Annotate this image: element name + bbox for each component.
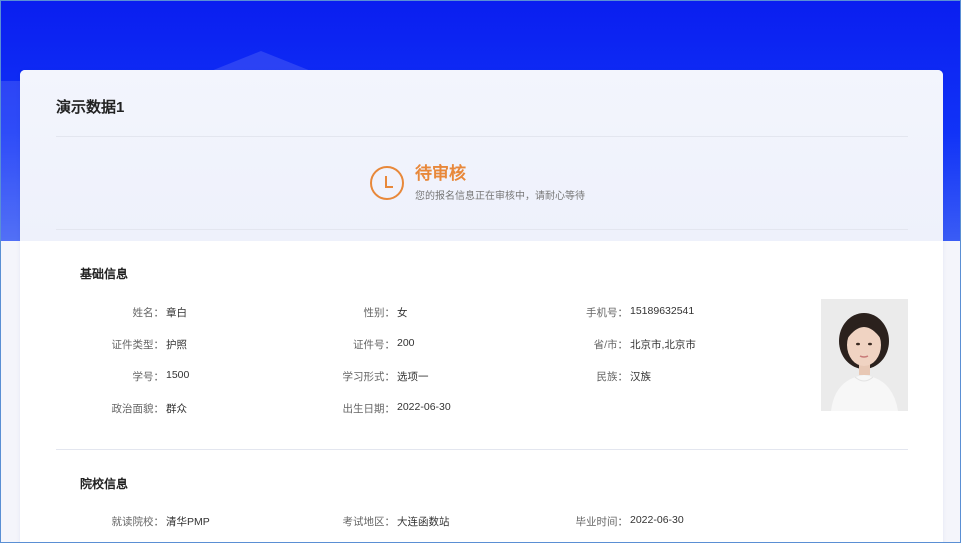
field-id-number: 证件号： 200 [353, 337, 415, 351]
field-birth-date: 出生日期： 2022-06-30 [342, 401, 451, 415]
field-gender: 性别： 女 [363, 307, 408, 319]
divider [56, 136, 908, 137]
status-block: 待审核 您的报名信息正在审核中，请耐心等待 [370, 164, 585, 202]
field-school: 就读院校： 清华PMP [111, 516, 210, 528]
field-phone: 手机号： 15189632541 [586, 305, 695, 319]
field-study-mode: 学习形式： 选项一 [342, 371, 429, 383]
card-title: 演示数据1 [56, 99, 125, 116]
status-title: 待审核 [415, 164, 466, 183]
section-title-school-info: 院校信息 [80, 477, 129, 491]
divider [56, 229, 908, 230]
section-title-basic-info: 基础信息 [80, 267, 129, 281]
application-card: 演示数据1 待审核 您的报名信息正在审核中，请耐心等待 基础信息 姓名： 章白 … [20, 70, 943, 542]
field-province-city: 省/市： 北京市,北京市 [593, 339, 696, 351]
divider [56, 449, 908, 450]
field-ethnicity: 民族： 汉族 [596, 371, 652, 383]
clock-icon [370, 166, 404, 200]
card-header: 演示数据1 待审核 您的报名信息正在审核中，请耐心等待 [20, 70, 943, 241]
status-description: 您的报名信息正在审核中，请耐心等待 [415, 191, 585, 202]
person-portrait-icon [821, 299, 908, 411]
field-exam-region: 考试地区： 大连函数站 [342, 516, 450, 528]
field-graduation-date: 毕业时间： 2022-06-30 [575, 514, 684, 528]
field-student-id: 学号： 1500 [132, 369, 190, 383]
field-political-status: 政治面貌： 群众 [111, 403, 188, 415]
field-name: 姓名： 章白 [132, 307, 188, 319]
field-id-type: 证件类型： 护照 [111, 339, 188, 351]
page-frame: 演示数据1 待审核 您的报名信息正在审核中，请耐心等待 基础信息 姓名： 章白 … [0, 0, 961, 543]
applicant-photo [821, 299, 908, 411]
